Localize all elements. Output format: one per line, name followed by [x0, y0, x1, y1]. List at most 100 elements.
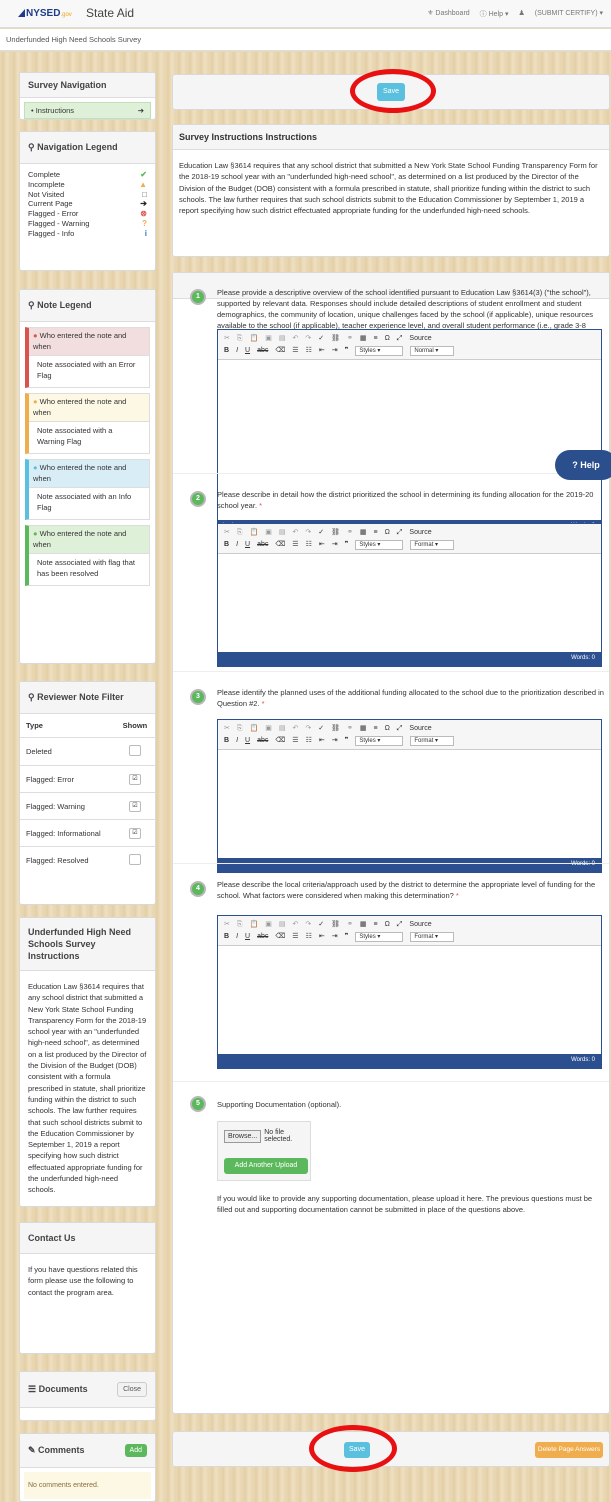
paste-text-icon[interactable]: ▣: [265, 723, 272, 735]
filter-checkbox[interactable]: ☑: [128, 828, 141, 839]
spellcheck-icon[interactable]: ✓: [318, 333, 324, 345]
maximize-icon[interactable]: ⤢: [397, 919, 403, 931]
bullet-list-icon[interactable]: ☷: [306, 539, 312, 551]
copy-icon[interactable]: ⎘: [237, 919, 243, 931]
table-icon[interactable]: ▦: [360, 723, 367, 735]
source-button[interactable]: Source: [409, 723, 431, 735]
rich-text-editor[interactable]: ✂ ⎘ 📋 ▣ ▤ ↶ ↷ ✓ ⛓ ⚭ ▦ ≡ Ω ⤢ Source B I Uabc ⌫ ☰ ☷ ⇤ ⇥ ❞ Styles ▾…: [217, 523, 602, 667]
undo-icon[interactable]: ↶: [292, 333, 298, 345]
hr-icon[interactable]: ≡: [373, 333, 377, 345]
blockquote-icon[interactable]: ❞: [345, 345, 349, 357]
paste-icon[interactable]: 📋: [249, 919, 258, 931]
redo-icon[interactable]: ↷: [305, 333, 311, 345]
help-button[interactable]: ? Help: [555, 450, 611, 480]
undo-icon[interactable]: ↶: [292, 723, 298, 735]
outdent-icon[interactable]: ⇤: [319, 735, 325, 747]
hr-icon[interactable]: ≡: [373, 919, 377, 931]
help-menu[interactable]: ⓘ Help ▾: [480, 9, 509, 19]
filter-checkbox[interactable]: ☑: [128, 774, 141, 785]
spellcheck-icon[interactable]: ✓: [318, 919, 324, 931]
link-icon[interactable]: ⛓: [331, 333, 340, 345]
copy-icon[interactable]: ⎘: [237, 333, 243, 345]
unlink-icon[interactable]: ⚭: [347, 723, 353, 735]
styles-dropdown[interactable]: Styles ▾: [355, 736, 404, 746]
hr-icon[interactable]: ≡: [373, 527, 377, 539]
filter-checkbox[interactable]: [128, 854, 141, 865]
italic-icon[interactable]: I: [236, 931, 238, 943]
numbered-list-icon[interactable]: ☰: [292, 345, 298, 357]
underline-icon[interactable]: U: [245, 735, 250, 747]
bullet-list-icon[interactable]: ☷: [306, 345, 312, 357]
source-button[interactable]: Source: [409, 919, 431, 931]
redo-icon[interactable]: ↷: [305, 527, 311, 539]
unlink-icon[interactable]: ⚭: [347, 919, 353, 931]
table-icon[interactable]: ▦: [360, 527, 367, 539]
cut-icon[interactable]: ✂: [224, 919, 230, 931]
italic-icon[interactable]: I: [236, 539, 238, 551]
indent-icon[interactable]: ⇥: [332, 735, 338, 747]
remove-format-icon[interactable]: ⌫: [275, 735, 285, 747]
nav-item-instructions[interactable]: • Instructions ➔: [24, 102, 151, 119]
unlink-icon[interactable]: ⚭: [347, 527, 353, 539]
paste-word-icon[interactable]: ▤: [279, 723, 286, 735]
bullet-list-icon[interactable]: ☷: [306, 735, 312, 747]
nysed-logo[interactable]: NYSED.gov: [18, 8, 72, 19]
link-icon[interactable]: ⛓: [331, 723, 340, 735]
remove-format-icon[interactable]: ⌫: [275, 931, 285, 943]
undo-icon[interactable]: ↶: [292, 527, 298, 539]
filter-checkbox[interactable]: [128, 745, 141, 756]
browse-button[interactable]: Browse...: [224, 1129, 262, 1143]
maximize-icon[interactable]: ⤢: [397, 333, 403, 345]
rich-text-editor[interactable]: ✂ ⎘ 📋 ▣ ▤ ↶ ↷ ✓ ⛓ ⚭ ▦ ≡ Ω ⤢ Source B I Uabc ⌫ ☰ ☷ ⇤ ⇥ ❞ Styles ▾…: [217, 719, 602, 873]
maximize-icon[interactable]: ⤢: [397, 527, 403, 539]
paste-icon[interactable]: 📋: [249, 723, 258, 735]
filter-checkbox[interactable]: ☑: [128, 801, 141, 812]
strike-icon[interactable]: abc: [257, 931, 268, 943]
table-icon[interactable]: ▦: [360, 333, 367, 345]
unlink-icon[interactable]: ⚭: [347, 333, 353, 345]
bold-icon[interactable]: B: [224, 735, 229, 747]
paste-word-icon[interactable]: ▤: [279, 919, 286, 931]
hr-icon[interactable]: ≡: [373, 723, 377, 735]
paste-word-icon[interactable]: ▤: [279, 527, 286, 539]
copy-icon[interactable]: ⎘: [237, 723, 243, 735]
bold-icon[interactable]: B: [224, 345, 229, 357]
indent-icon[interactable]: ⇥: [332, 539, 338, 551]
redo-icon[interactable]: ↷: [305, 919, 311, 931]
link-icon[interactable]: ⛓: [331, 527, 340, 539]
format-dropdown[interactable]: Normal ▾: [410, 346, 455, 356]
remove-format-icon[interactable]: ⌫: [275, 345, 285, 357]
blockquote-icon[interactable]: ❞: [345, 539, 349, 551]
strike-icon[interactable]: abc: [257, 345, 268, 357]
dashboard-link[interactable]: ⚜ Dashboard: [427, 9, 469, 19]
underline-icon[interactable]: U: [245, 931, 250, 943]
cut-icon[interactable]: ✂: [224, 723, 230, 735]
styles-dropdown[interactable]: Styles ▾: [355, 932, 404, 942]
cut-icon[interactable]: ✂: [224, 527, 230, 539]
undo-icon[interactable]: ↶: [292, 919, 298, 931]
paste-word-icon[interactable]: ▤: [279, 333, 286, 345]
italic-icon[interactable]: I: [236, 345, 238, 357]
numbered-list-icon[interactable]: ☰: [292, 931, 298, 943]
blockquote-icon[interactable]: ❞: [345, 735, 349, 747]
blockquote-icon[interactable]: ❞: [345, 931, 349, 943]
underline-icon[interactable]: U: [245, 345, 250, 357]
special-char-icon[interactable]: Ω: [385, 333, 390, 345]
bold-icon[interactable]: B: [224, 539, 229, 551]
user-role-menu[interactable]: (SUBMIT CERTIFY) ▾: [535, 9, 603, 19]
source-button[interactable]: Source: [409, 333, 431, 345]
special-char-icon[interactable]: Ω: [385, 919, 390, 931]
table-icon[interactable]: ▦: [360, 919, 367, 931]
outdent-icon[interactable]: ⇤: [319, 931, 325, 943]
link-icon[interactable]: ⛓: [331, 919, 340, 931]
underline-icon[interactable]: U: [245, 539, 250, 551]
cut-icon[interactable]: ✂: [224, 333, 230, 345]
numbered-list-icon[interactable]: ☰: [292, 539, 298, 551]
styles-dropdown[interactable]: Styles ▾: [355, 346, 404, 356]
indent-icon[interactable]: ⇥: [332, 931, 338, 943]
outdent-icon[interactable]: ⇤: [319, 345, 325, 357]
paste-text-icon[interactable]: ▣: [265, 333, 272, 345]
special-char-icon[interactable]: Ω: [385, 527, 390, 539]
indent-icon[interactable]: ⇥: [332, 345, 338, 357]
numbered-list-icon[interactable]: ☰: [292, 735, 298, 747]
